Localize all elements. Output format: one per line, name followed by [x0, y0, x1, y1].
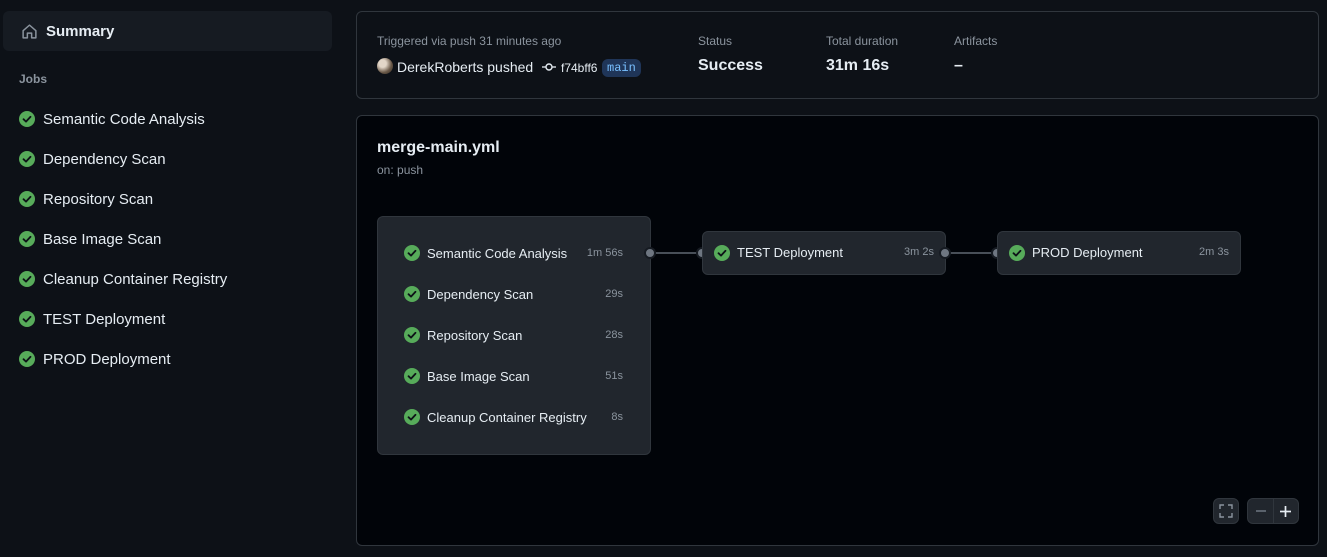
sidebar-job-label: Base Image Scan — [43, 230, 162, 248]
check-circle-icon — [19, 311, 35, 327]
check-circle-icon — [404, 286, 420, 302]
minus-icon — [1255, 510, 1266, 512]
graph-job-name: Base Image Scan — [427, 368, 530, 384]
graph-job-duration: 8s — [611, 411, 623, 423]
check-circle-icon — [19, 191, 35, 207]
graph-connector — [654, 252, 698, 254]
artifacts-value: – — [954, 57, 963, 74]
sidebar-job-test-deployment[interactable]: TEST Deployment — [0, 303, 340, 335]
sidebar-job-semantic-code-analysis[interactable]: Semantic Code Analysis — [0, 103, 340, 135]
graph-job-repository-scan[interactable]: Repository Scan 28s — [378, 320, 650, 350]
check-circle-icon — [19, 111, 35, 127]
avatar[interactable] — [377, 58, 393, 74]
graph-job-duration: 1m 56s — [586, 247, 623, 259]
check-circle-icon — [404, 245, 420, 261]
sidebar-job-repository-scan[interactable]: Repository Scan — [0, 183, 340, 215]
graph-job-name: Cleanup Container Registry — [427, 409, 587, 425]
sidebar-job-prod-deployment[interactable]: PROD Deployment — [0, 343, 340, 375]
commit-sha-link[interactable]: f74bff6 — [561, 61, 597, 75]
graph-job-name: Repository Scan — [427, 327, 523, 343]
sidebar-job-label: Dependency Scan — [43, 150, 166, 168]
trigger-text: Triggered via push 31 minutes ago — [377, 34, 562, 48]
fullscreen-button[interactable] — [1213, 498, 1239, 524]
duration-label: Total duration — [826, 34, 899, 48]
zoom-in-button[interactable] — [1273, 499, 1298, 523]
workflow-trigger: on: push — [377, 163, 424, 177]
graph-job-name: Dependency Scan — [427, 286, 534, 302]
check-circle-icon — [404, 409, 420, 425]
graph-job-dependency-scan[interactable]: Dependency Scan 29s — [378, 279, 650, 309]
sidebar-item-summary-label: Summary — [46, 22, 115, 40]
graph-job-base-image-scan[interactable]: Base Image Scan 51s — [378, 361, 650, 391]
graph-job-duration: 2m 3s — [1199, 246, 1229, 258]
graph-job-duration: 29s — [605, 288, 623, 300]
graph-connector-dot — [644, 247, 656, 259]
git-commit-icon — [542, 63, 556, 71]
artifacts-label: Artifacts — [954, 34, 998, 48]
graph-job-name: PROD Deployment — [1032, 245, 1143, 260]
home-icon — [22, 24, 37, 39]
graph-job-cleanup-container-registry[interactable]: Cleanup Container Registry 8s — [378, 402, 650, 432]
job-group: Semantic Code Analysis 1m 56s Dependency… — [377, 216, 651, 455]
check-circle-icon — [19, 151, 35, 167]
graph-connector — [949, 252, 993, 254]
fullscreen-icon — [1219, 504, 1233, 518]
check-circle-icon — [19, 271, 35, 287]
branch-badge[interactable]: main — [602, 59, 641, 77]
graph-connector-dot — [939, 247, 951, 259]
zoom-out-button[interactable] — [1248, 499, 1273, 523]
sidebar: Summary Jobs Semantic Code Analysis Depe… — [0, 0, 340, 557]
sidebar-item-summary[interactable]: Summary — [3, 11, 332, 51]
zoom-controls — [1247, 498, 1299, 524]
sidebar-job-label: PROD Deployment — [43, 350, 171, 368]
check-circle-icon — [19, 351, 35, 367]
check-circle-icon — [404, 327, 420, 343]
sidebar-job-label: Repository Scan — [43, 190, 154, 208]
graph-job-test-deployment[interactable]: TEST Deployment 3m 2s — [702, 231, 946, 275]
check-circle-icon — [404, 368, 420, 384]
check-circle-icon — [714, 245, 730, 261]
workflow-file-title[interactable]: merge-main.yml — [377, 139, 500, 157]
graph-job-name: Semantic Code Analysis — [427, 245, 568, 261]
status-value: Success — [698, 57, 763, 74]
sidebar-job-label: Semantic Code Analysis — [43, 110, 205, 128]
sidebar-job-label: TEST Deployment — [43, 310, 166, 328]
run-summary-card: Triggered via push 31 minutes ago DerekR… — [356, 11, 1319, 99]
workflow-graph-card: merge-main.yml on: push Semantic Code An… — [356, 115, 1319, 546]
graph-job-semantic-code-analysis[interactable]: Semantic Code Analysis 1m 56s — [378, 238, 650, 268]
duration-value: 31m 16s — [826, 57, 890, 74]
graph-job-name: TEST Deployment — [737, 245, 843, 260]
sidebar-job-label: Cleanup Container Registry — [43, 270, 228, 288]
sidebar-job-base-image-scan[interactable]: Base Image Scan — [0, 223, 340, 255]
graph-job-duration: 51s — [605, 370, 623, 382]
sidebar-job-cleanup-container-registry[interactable]: Cleanup Container Registry — [0, 263, 340, 295]
sidebar-job-dependency-scan[interactable]: Dependency Scan — [0, 143, 340, 175]
jobs-heading: Jobs — [19, 72, 48, 86]
actor-link[interactable]: DerekRoberts pushed — [397, 59, 533, 75]
status-label: Status — [698, 34, 733, 48]
check-circle-icon — [19, 231, 35, 247]
graph-job-duration: 28s — [605, 329, 623, 341]
graph-job-duration: 3m 2s — [904, 246, 934, 258]
check-circle-icon — [1009, 245, 1025, 261]
plus-icon — [1280, 505, 1291, 517]
graph-job-prod-deployment[interactable]: PROD Deployment 2m 3s — [997, 231, 1241, 275]
